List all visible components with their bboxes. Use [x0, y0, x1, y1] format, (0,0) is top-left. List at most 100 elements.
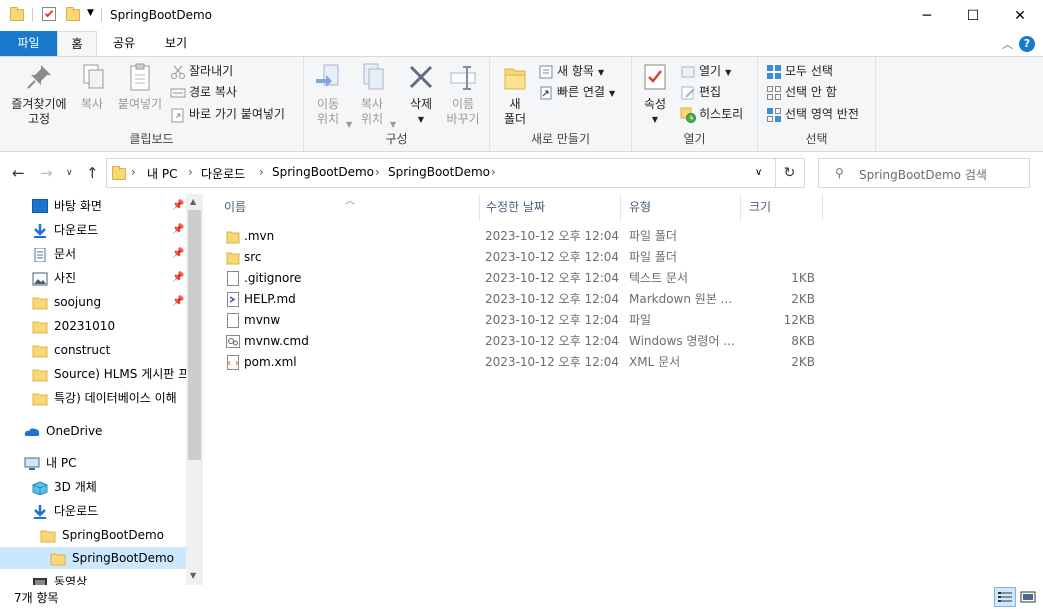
- pin-icon[interactable]: 📌: [172, 224, 184, 235]
- rename-button[interactable]: 이름 바꾸기: [444, 61, 482, 127]
- video-icon: [32, 575, 48, 585]
- help-icon[interactable]: ?: [1019, 36, 1035, 52]
- nav-pane-scrollbar[interactable]: ▲ ▼: [186, 194, 203, 585]
- scroll-up-icon[interactable]: ▲: [190, 197, 196, 206]
- tab-view[interactable]: 보기: [154, 31, 198, 56]
- collapse-ribbon-icon[interactable]: ︿: [1002, 36, 1013, 52]
- column-header-modified[interactable]: 수정한 날짜: [478, 194, 621, 221]
- pin-to-quick-access-button[interactable]: 즐겨찾기에 고정: [6, 61, 72, 127]
- edit-button[interactable]: 편집: [680, 82, 721, 102]
- details-view-icon[interactable]: [994, 587, 1016, 607]
- nav-item-pictures[interactable]: 사진: [32, 267, 182, 289]
- breadcrumb-separator-icon[interactable]: ›: [188, 165, 193, 179]
- text-file-icon: [226, 271, 240, 286]
- new-folder-button[interactable]: 새 폴더: [498, 61, 532, 127]
- tab-share[interactable]: 공유: [104, 31, 144, 56]
- nav-item-construct[interactable]: construct: [32, 339, 184, 361]
- customize-quick-access-icon[interactable]: ▼: [87, 8, 94, 18]
- open-button[interactable]: 열기 ▼: [680, 61, 731, 81]
- nav-item-20231010[interactable]: 20231010: [32, 315, 184, 337]
- invert-selection-button[interactable]: 선택 영역 반전: [766, 104, 859, 124]
- copy-to-button[interactable]: 복사 위치 ▼: [354, 61, 396, 129]
- breadcrumb-separator-icon[interactable]: ›: [375, 165, 380, 179]
- delete-button[interactable]: 삭제 ▼: [404, 61, 438, 127]
- properties-button[interactable]: 속성 ▼: [638, 61, 672, 127]
- ribbon-tabs: 파일 홈 공유 보기 ︿ ?: [0, 31, 1043, 56]
- breadcrumb-this-pc[interactable]: 내 PC: [147, 165, 177, 182]
- file-row[interactable]: pom.xml 2023-10-12 오후 12:04 XML 문서 2KB: [212, 352, 832, 373]
- column-header-size[interactable]: 크기: [741, 194, 823, 221]
- breadcrumb-springbootdemo-parent[interactable]: SpringBootDemo: [272, 165, 374, 179]
- file-row[interactable]: mvnw.cmd 2023-10-12 오후 12:04 Windows 명령어…: [212, 331, 832, 352]
- address-bar[interactable]: › 내 PC › 다운로드 › SpringBootDemo › SpringB…: [106, 158, 776, 188]
- up-arrow-icon[interactable]: ↑: [86, 164, 99, 182]
- paste-button[interactable]: 붙여넣기: [114, 61, 166, 112]
- minimize-button[interactable]: ─: [904, 0, 950, 31]
- nav-item-springbootdemo-current[interactable]: SpringBootDemo: [0, 547, 186, 569]
- properties-quick-icon[interactable]: [42, 7, 56, 21]
- file-icon: [226, 313, 240, 328]
- maximize-button[interactable]: ☐: [950, 0, 996, 31]
- invert-selection-icon: [766, 107, 782, 123]
- tab-home[interactable]: 홈: [57, 31, 97, 56]
- tab-file[interactable]: 파일: [0, 31, 57, 56]
- nav-item-hlms[interactable]: Source) HLMS 게시판 프: [32, 363, 186, 385]
- file-row[interactable]: mvnw 2023-10-12 오후 12:04 파일 12KB: [212, 310, 832, 331]
- copy-button[interactable]: 복사: [74, 61, 110, 112]
- nav-item-springbootdemo-parent[interactable]: SpringBootDemo: [40, 524, 186, 546]
- move-to-button[interactable]: 이동 위치 ▼: [310, 61, 352, 129]
- separator: [101, 8, 102, 22]
- pin-icon[interactable]: 📌: [172, 200, 184, 211]
- select-all-icon: [766, 64, 782, 80]
- breadcrumb-downloads[interactable]: 다운로드: [201, 165, 245, 182]
- pin-icon[interactable]: 📌: [172, 296, 184, 307]
- forward-arrow-icon[interactable]: →: [40, 164, 53, 182]
- history-button[interactable]: 히스토리: [680, 104, 743, 124]
- paste-shortcut-button[interactable]: 바로 가기 붙여넣기: [170, 104, 285, 124]
- address-dropdown-chevron-icon[interactable]: ∨: [755, 167, 762, 178]
- breadcrumb-separator-icon[interactable]: ›: [491, 165, 496, 179]
- file-row[interactable]: .gitignore 2023-10-12 오후 12:04 텍스트 문서 1K…: [212, 268, 832, 289]
- new-group: 새 폴더 새 항목 ▼ 빠른 연결 ▼ 새로 만들기: [490, 57, 632, 151]
- new-item-button[interactable]: 새 항목 ▼: [538, 61, 604, 81]
- breadcrumb-separator-icon[interactable]: ›: [131, 165, 136, 179]
- file-name: mvnw: [244, 313, 281, 327]
- cut-button[interactable]: 잘라내기: [170, 61, 233, 81]
- copy-label: 복사: [80, 97, 104, 111]
- pin-icon[interactable]: 📌: [172, 272, 184, 283]
- search-box[interactable]: ⚲ SpringBootDemo 검색: [818, 158, 1030, 188]
- file-row[interactable]: HELP.md 2023-10-12 오후 12:04 Markdown 원본 …: [212, 289, 832, 310]
- scroll-down-icon[interactable]: ▼: [190, 571, 196, 580]
- close-button[interactable]: ✕: [997, 0, 1043, 31]
- refresh-icon[interactable]: ↻: [775, 158, 805, 188]
- back-arrow-icon[interactable]: ←: [12, 164, 25, 182]
- paste-shortcut-icon: [170, 107, 186, 123]
- breadcrumb-springbootdemo-current[interactable]: SpringBootDemo: [388, 165, 490, 179]
- nav-item-desktop[interactable]: 바탕 화면: [32, 195, 182, 217]
- folder-icon: [226, 229, 240, 244]
- file-row[interactable]: src 2023-10-12 오후 12:04 파일 폴더: [212, 247, 832, 268]
- nav-item-downloads-pc[interactable]: 다운로드: [32, 500, 182, 522]
- nav-item-documents[interactable]: 문서: [32, 243, 182, 265]
- pin-icon[interactable]: 📌: [172, 248, 184, 259]
- file-row[interactable]: .mvn 2023-10-12 오후 12:04 파일 폴더: [212, 226, 832, 247]
- easy-access-button[interactable]: 빠른 연결 ▼: [538, 82, 615, 102]
- nav-item-videos[interactable]: 동영상: [32, 571, 182, 585]
- recent-locations-chevron-icon[interactable]: ∨: [66, 168, 73, 178]
- breadcrumb-separator-icon[interactable]: ›: [259, 165, 264, 179]
- large-icons-view-icon[interactable]: [1017, 587, 1039, 607]
- nav-item-database[interactable]: 특강) 데이터베이스 이해: [32, 387, 186, 409]
- copy-path-button[interactable]: 경로 복사: [170, 82, 237, 102]
- pin-label-1: 즐겨찾기에: [11, 97, 67, 111]
- nav-item-this-pc[interactable]: 내 PC: [24, 452, 174, 474]
- column-header-name[interactable]: 이름: [216, 194, 480, 221]
- nav-item-onedrive[interactable]: OneDrive: [24, 420, 174, 442]
- scroll-thumb[interactable]: [188, 210, 201, 460]
- select-none-button[interactable]: 선택 안 함: [766, 82, 837, 102]
- nav-item-soojung[interactable]: soojung: [32, 291, 182, 313]
- nav-item-3d-objects[interactable]: 3D 개체: [32, 476, 182, 498]
- column-header-type[interactable]: 유형: [621, 194, 741, 221]
- nav-item-downloads[interactable]: 다운로드: [32, 219, 182, 241]
- select-all-button[interactable]: 모두 선택: [766, 61, 833, 81]
- file-modified: 2023-10-12 오후 12:04: [485, 229, 620, 243]
